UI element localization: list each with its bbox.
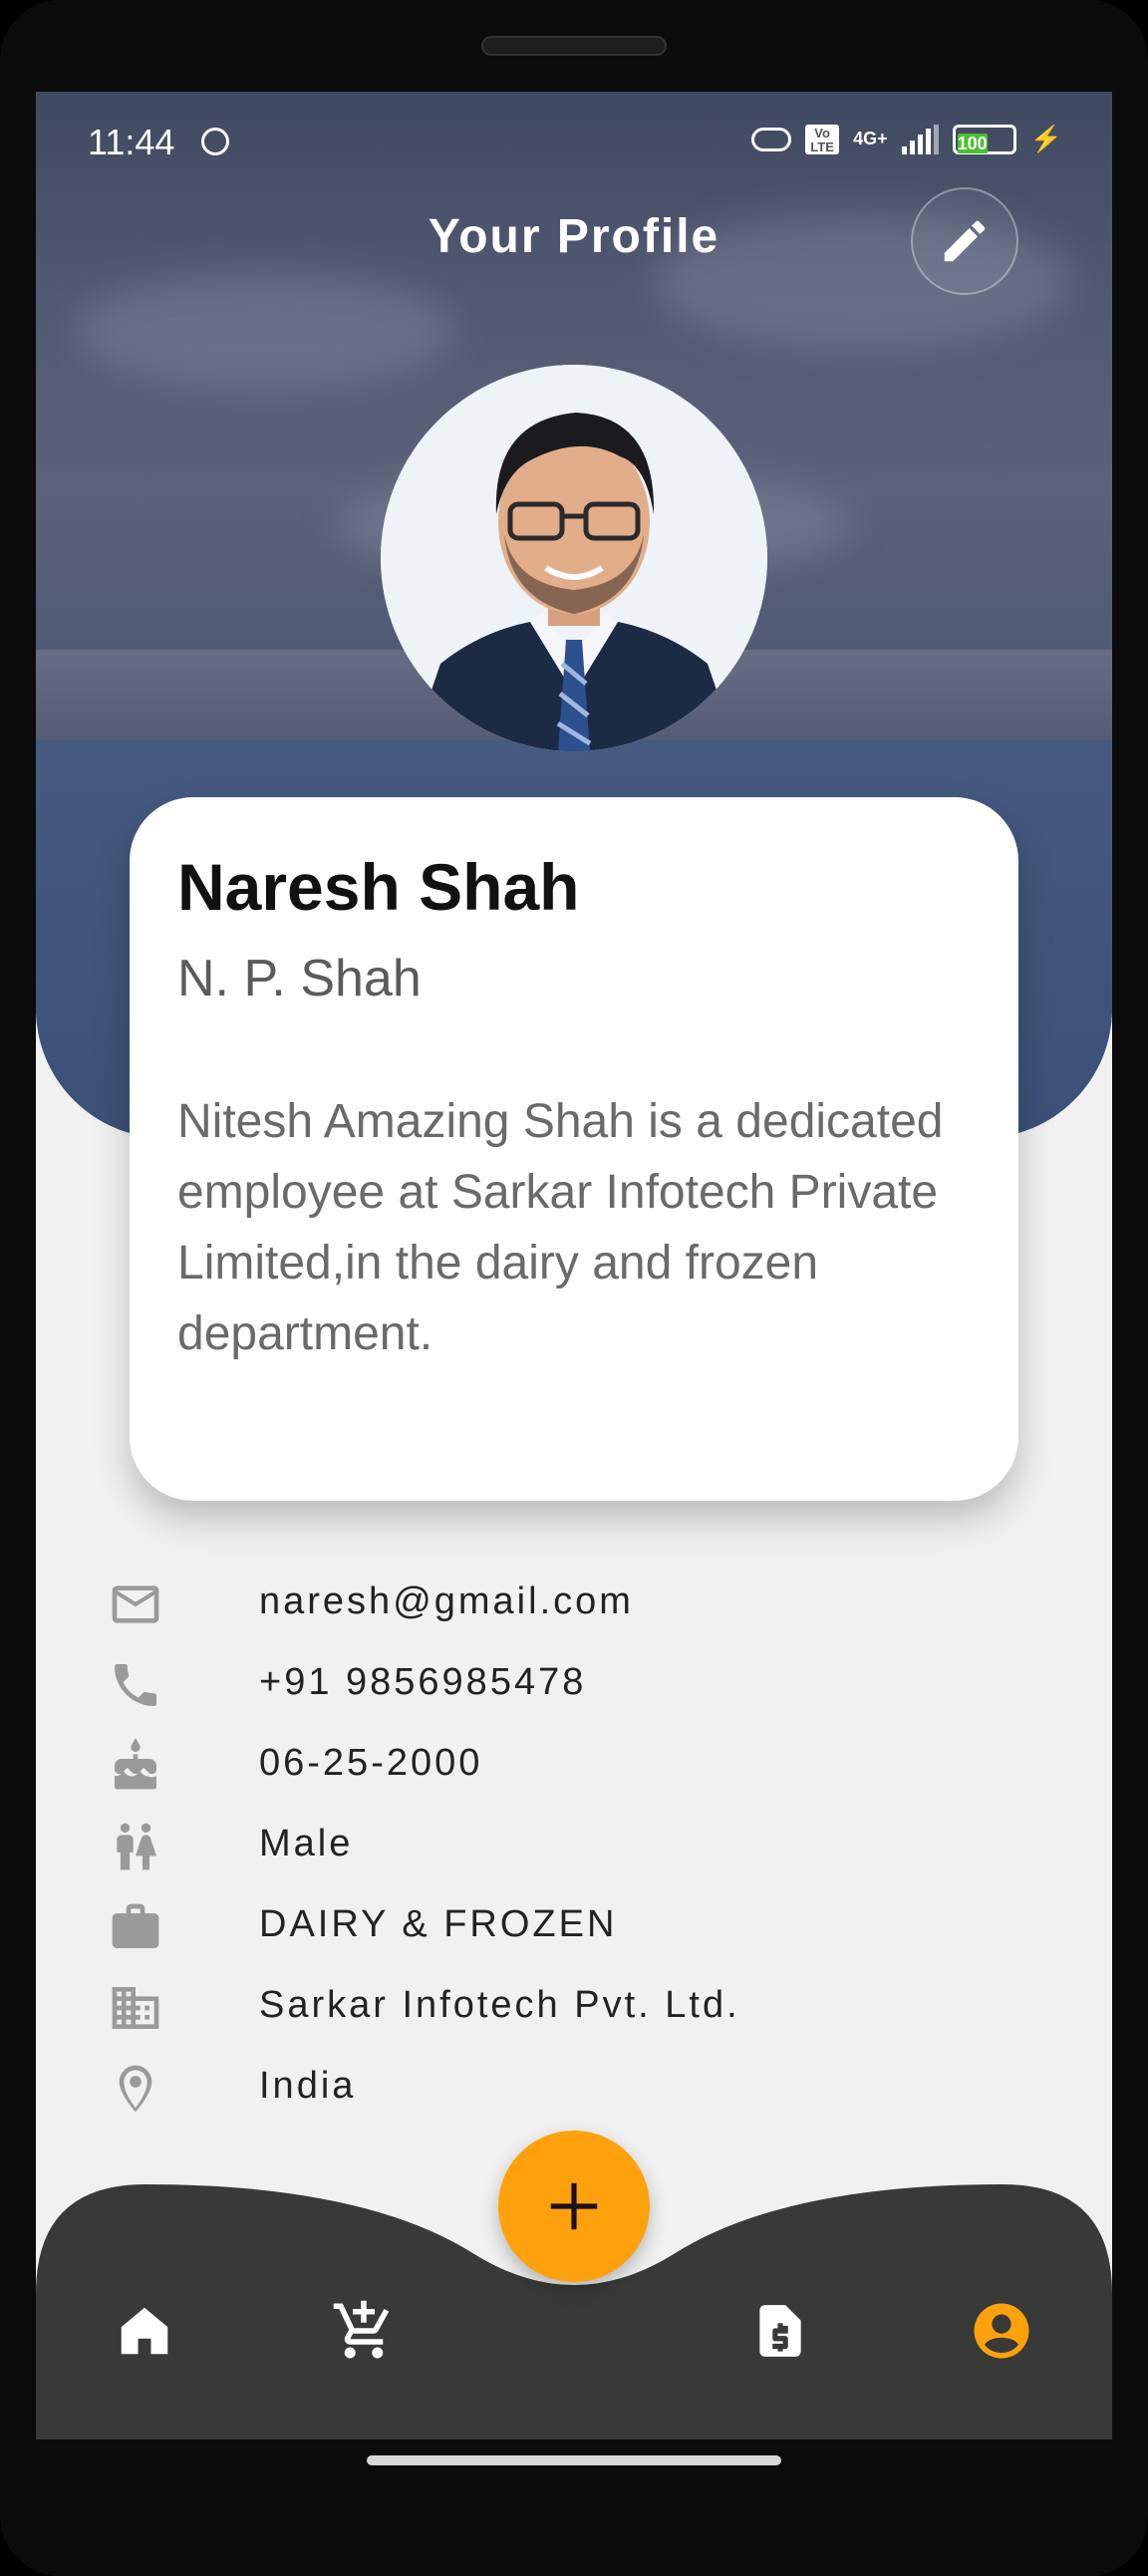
location-icon <box>119 2065 152 2113</box>
detail-department: DAIRY & FROZEN <box>36 1887 1112 1967</box>
profile-short-name: N. P. Shah <box>177 950 422 1007</box>
charging-icon: ⚡ <box>1029 124 1062 153</box>
briefcase-icon <box>112 1903 159 1948</box>
detail-phone: +91 9856985478 <box>36 1645 1112 1725</box>
building-icon <box>112 1987 159 2029</box>
home-indicator[interactable] <box>367 2455 781 2465</box>
cake-icon <box>115 1738 156 1790</box>
notification-icon <box>201 128 229 155</box>
email-icon <box>112 1585 159 1623</box>
nav-profile-button[interactable] <box>957 2286 1046 2376</box>
invoice-icon <box>759 2305 801 2357</box>
profile-name: Naresh Shah <box>177 850 580 924</box>
home-icon <box>121 2307 168 2355</box>
battery-icon: 100 <box>952 124 1016 154</box>
phone-value: +91 9856985478 <box>259 1661 587 1703</box>
account-icon <box>974 2303 1029 2359</box>
pencil-icon <box>944 220 986 262</box>
status-time: 11:44 <box>88 122 175 162</box>
volte-icon: Vo LTE <box>805 124 840 154</box>
detail-company: Sarkar Infotech Pvt. Ltd. <box>36 1968 1112 2048</box>
detail-gender: Male <box>36 1807 1112 1886</box>
detail-email: naresh@gmail.com <box>36 1565 1112 1644</box>
hotspot-icon <box>751 127 792 151</box>
birthday-value: 06-25-2000 <box>259 1742 483 1784</box>
gender-icon <box>117 1823 156 1870</box>
battery-level: 100 <box>957 133 988 153</box>
detail-location: India <box>36 2049 1112 2129</box>
detail-birthday: 06-25-2000 <box>36 1726 1112 1806</box>
status-icons: Vo LTE 4G+ 100 ⚡ <box>751 124 1062 154</box>
profile-card: Naresh Shah N. P. Shah Nitesh Amazing Sh… <box>130 797 1018 1501</box>
add-cart-icon <box>333 2300 390 2359</box>
nav-home-button[interactable] <box>100 2286 189 2376</box>
avatar[interactable] <box>381 365 767 751</box>
email-value: naresh@gmail.com <box>259 1580 634 1622</box>
profile-bio: Nitesh Amazing Shah is a dedicated emplo… <box>177 1095 944 1360</box>
edit-profile-button[interactable] <box>911 187 1018 295</box>
plus-icon <box>550 2182 598 2230</box>
add-fab-button[interactable] <box>498 2131 650 2282</box>
location-value: India <box>259 2065 357 2107</box>
signal-icon <box>901 124 939 154</box>
phone-icon <box>115 1664 156 1706</box>
app-screen: 11:44 Vo LTE 4G+ 100 ⚡ Your Profile Nare… <box>36 92 1112 2439</box>
nav-invoice-button[interactable] <box>735 2286 825 2376</box>
department-value: DAIRY & FROZEN <box>259 1903 618 1945</box>
gender-value: Male <box>259 1823 354 1864</box>
status-bar: 11:44 Vo LTE 4G+ 100 ⚡ <box>36 92 1112 196</box>
profile-photo <box>381 365 767 751</box>
company-value: Sarkar Infotech Pvt. Ltd. <box>259 1984 740 2026</box>
network-type: 4G+ <box>853 129 888 148</box>
phone-frame: 11:44 Vo LTE 4G+ 100 ⚡ Your Profile Nare… <box>0 0 1148 2576</box>
nav-cart-button[interactable] <box>319 2286 409 2376</box>
speaker-grille <box>481 36 667 56</box>
